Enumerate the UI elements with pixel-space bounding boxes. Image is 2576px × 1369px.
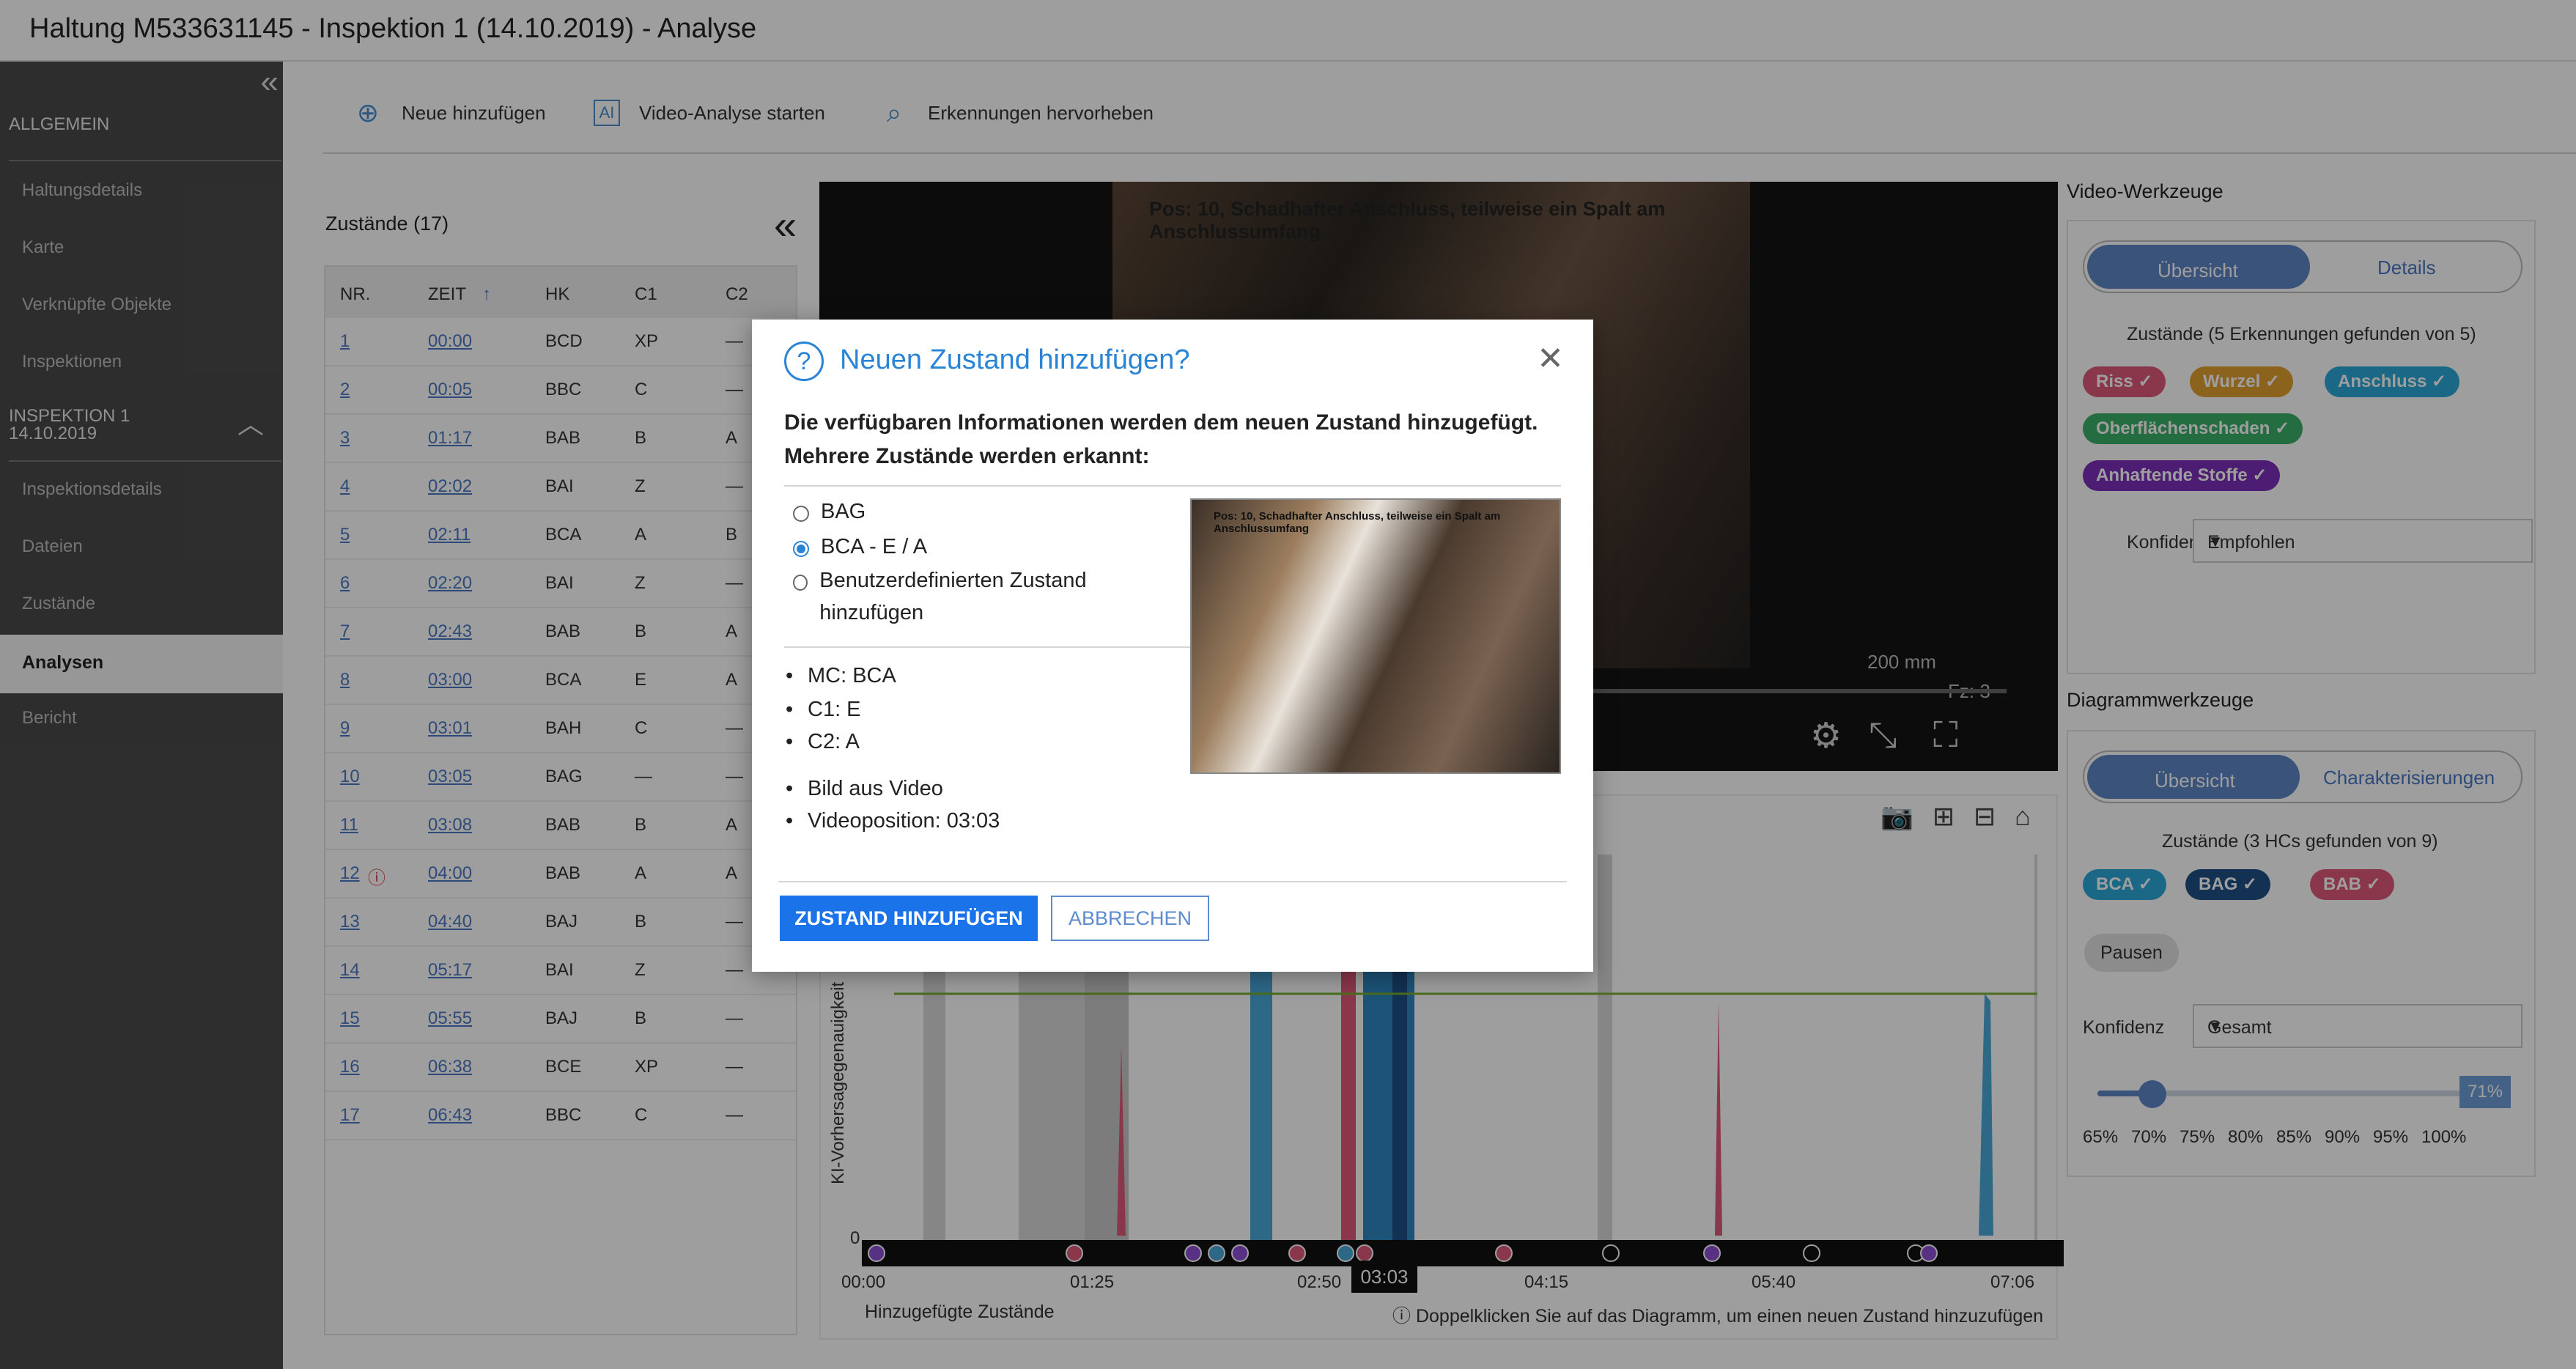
media-source: Bild aus Video <box>786 777 943 801</box>
question-icon: ? <box>784 342 824 381</box>
radio-selected-icon <box>793 541 809 557</box>
video-position: Videoposition: 03:03 <box>786 809 1000 833</box>
thumbnail-caption: Pos: 10, Schadhafter Anschluss, teilweis… <box>1214 510 1501 535</box>
dialog-title: Neuen Zustand hinzufügen? <box>840 344 1190 375</box>
option-label: BAG <box>821 500 866 523</box>
divider <box>778 881 1567 882</box>
option-bca[interactable]: BCA - E / A <box>793 535 927 559</box>
option-custom[interactable]: Benutzerdefinierten Zustand hinzufügen <box>793 569 1159 629</box>
divider <box>784 485 1561 487</box>
option-label: Benutzerdefinierten Zustand hinzufügen <box>819 569 1087 624</box>
video-frame-thumbnail: Pos: 10, Schadhafter Anschluss, teilweis… <box>1190 498 1561 774</box>
option-label: BCA - E / A <box>821 535 928 558</box>
close-icon[interactable]: ✕ <box>1537 340 1564 377</box>
radio-icon <box>793 575 808 591</box>
divider <box>784 646 1195 648</box>
radio-icon <box>793 506 809 522</box>
detail-c2: C2: A <box>786 730 860 754</box>
detail-c1: C1: E <box>786 698 860 722</box>
add-state-dialog: ? Neuen Zustand hinzufügen? ✕ Die verfüg… <box>752 320 1593 972</box>
add-state-button[interactable]: ZUSTAND HINZUFÜGEN <box>780 896 1038 941</box>
detail-mc: MC: BCA <box>786 664 896 688</box>
option-bag[interactable]: BAG <box>793 500 866 524</box>
dialog-intro: Die verfügbaren Informationen werden dem… <box>784 410 1538 468</box>
cancel-button[interactable]: ABBRECHEN <box>1051 896 1209 941</box>
